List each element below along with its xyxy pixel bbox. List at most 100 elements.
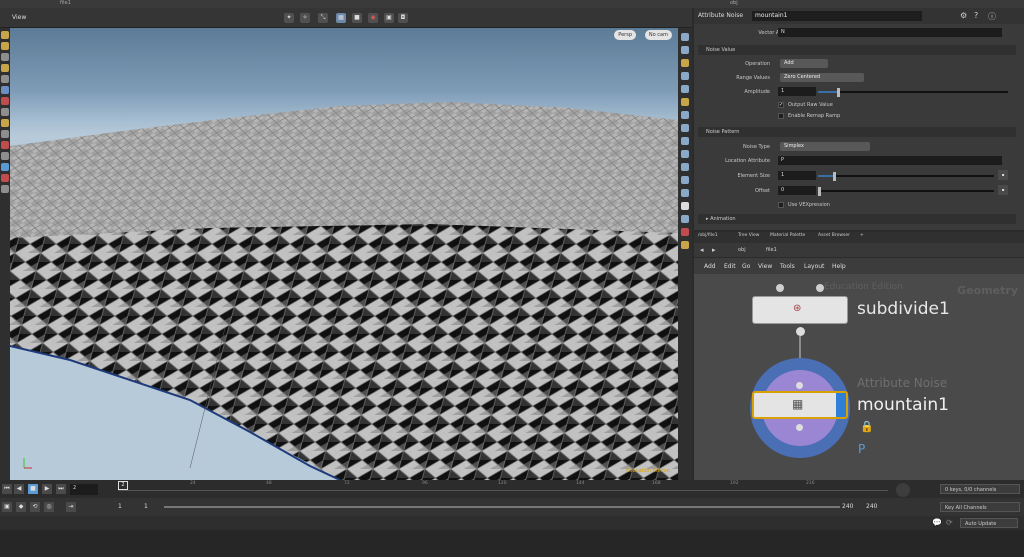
display-option-icon[interactable] — [681, 124, 689, 132]
display-option-icon[interactable] — [681, 46, 689, 54]
current-frame-field[interactable]: 2 — [70, 484, 98, 495]
render-icon[interactable] — [681, 228, 689, 236]
output-raw-checkbox[interactable]: ✓ — [778, 102, 784, 108]
display-option-icon[interactable] — [681, 215, 689, 223]
menu-edit[interactable]: Edit — [724, 263, 736, 270]
path-file[interactable]: file1 — [766, 247, 777, 253]
end-frame-field[interactable]: 240 — [866, 503, 877, 510]
menu-add[interactable]: Add — [704, 263, 716, 270]
gear-icon[interactable]: ⚙ — [960, 11, 967, 20]
range-end-field[interactable]: 240 — [842, 503, 853, 510]
start-frame-field[interactable]: 1 — [118, 503, 122, 510]
menu-help[interactable]: Help — [832, 263, 846, 270]
viewport-tab[interactable]: View — [12, 14, 26, 24]
element-size-slider[interactable] — [818, 175, 994, 177]
camera-icon[interactable]: ▣ — [384, 13, 394, 23]
drop-tool-icon[interactable] — [1, 130, 9, 138]
amplitude-slider-knob[interactable] — [837, 88, 840, 97]
more-tool-icon[interactable] — [1, 185, 9, 193]
play-icon[interactable]: ▶ — [42, 484, 52, 494]
node-name-field[interactable]: mountain1 — [752, 11, 922, 21]
scale-tool-icon[interactable] — [1, 64, 9, 72]
grid-toggle-icon[interactable] — [681, 241, 689, 249]
shading-icon[interactable]: ■ — [352, 13, 362, 23]
path-obj[interactable]: obj — [738, 247, 746, 253]
vexpression-checkbox[interactable] — [778, 202, 784, 208]
snapshot-icon[interactable]: ◘ — [398, 13, 408, 23]
range-values-menu[interactable]: Zero Centered — [780, 73, 864, 82]
menu-tools[interactable]: Tools — [780, 263, 795, 270]
snap-icon[interactable]: ⤡ — [318, 13, 328, 23]
display-option-icon[interactable] — [681, 163, 689, 171]
tab-obj-file1[interactable]: /obj/file1 — [698, 233, 718, 238]
offset-slider[interactable] — [818, 190, 994, 192]
info-icon[interactable]: ⓘ — [988, 11, 996, 22]
3d-viewport[interactable]: Persp No cam Education Edition — [10, 28, 678, 480]
camera-tool-icon[interactable] — [1, 152, 9, 160]
stop-icon[interactable]: ■ — [28, 484, 38, 494]
amplitude-field[interactable]: 1 — [778, 87, 816, 96]
timeline-track[interactable] — [118, 490, 888, 491]
magnet-tool-icon[interactable] — [1, 141, 9, 149]
display-option-icon[interactable] — [681, 150, 689, 158]
tab-tree-view[interactable]: Tree View — [738, 233, 760, 238]
noise-output-port[interactable] — [796, 424, 803, 431]
display-icon[interactable]: ✦ — [284, 13, 294, 23]
light-icon[interactable] — [681, 98, 689, 106]
display-option-icon[interactable] — [681, 111, 689, 119]
help-icon[interactable]: ? — [974, 11, 978, 20]
location-attribute-field[interactable]: P — [778, 156, 1002, 165]
display-option-icon[interactable] — [681, 33, 689, 41]
audio-icon[interactable] — [896, 483, 910, 497]
top-obj-label[interactable]: obj — [730, 0, 738, 6]
add-tab-icon[interactable]: + — [860, 233, 864, 238]
element-size-slider-knob[interactable] — [833, 172, 836, 181]
noise-pattern-section[interactable]: Noise Pattern — [698, 127, 1016, 137]
subdivide-output-port[interactable] — [796, 327, 805, 336]
vector-attribute-field[interactable]: N — [778, 28, 1002, 37]
pose-tool-icon[interactable] — [1, 86, 9, 94]
vector-expand-icon[interactable]: ▪ — [998, 185, 1008, 195]
menu-view[interactable]: View — [758, 263, 772, 270]
display-flag[interactable] — [836, 393, 846, 417]
menu-layout[interactable]: Layout — [804, 263, 824, 270]
subdivide-node[interactable]: ⊛ — [752, 296, 848, 324]
operation-menu[interactable]: Add — [780, 59, 828, 68]
tool-icon[interactable]: ✧ — [300, 13, 310, 23]
skip-start-icon[interactable]: ⏮ — [2, 484, 12, 494]
paint-tool-icon[interactable] — [1, 97, 9, 105]
grid-icon[interactable]: ▦ — [336, 13, 346, 23]
display-option-icon[interactable] — [681, 202, 689, 210]
view-tool-icon[interactable] — [1, 108, 9, 116]
record-icon[interactable]: ◉ — [368, 13, 378, 23]
settings-icon[interactable]: ◎ — [44, 502, 54, 512]
top-file-label[interactable]: file1 — [60, 0, 71, 6]
auto-update-menu[interactable]: Auto Update — [960, 518, 1018, 528]
select-tool-icon[interactable] — [1, 31, 9, 39]
persp-menu[interactable]: Persp — [614, 30, 636, 40]
tab-material-palette[interactable]: Material Palette — [770, 233, 805, 238]
light-tool-icon[interactable] — [1, 163, 9, 171]
rotate-tool-icon[interactable] — [1, 53, 9, 61]
range-slider[interactable] — [164, 506, 840, 508]
noise-type-menu[interactable]: Simplex — [780, 142, 870, 151]
refresh-icon[interactable]: ⟳ — [946, 518, 953, 527]
handle-tool-icon[interactable] — [1, 75, 9, 83]
chat-icon[interactable]: 💬 — [932, 518, 942, 527]
offset-field[interactable]: 0 — [778, 186, 816, 195]
lock-icon[interactable]: 🔒 — [860, 420, 874, 433]
step-back-icon[interactable]: ◀ — [14, 484, 24, 494]
animation-section[interactable]: ▸ Animation — [698, 214, 1016, 224]
brush-tool-icon[interactable] — [1, 119, 9, 127]
forward-icon[interactable]: ▸ — [712, 246, 716, 254]
noise-value-section[interactable]: Noise Value — [698, 45, 1016, 55]
key-all-channels-button[interactable]: Key All Channels — [940, 502, 1020, 512]
realtime-icon[interactable]: ▣ — [2, 502, 12, 512]
network-editor[interactable]: Geometry Education Edition ⊛ subdivide1 … — [694, 274, 1024, 480]
move-tool-icon[interactable] — [1, 42, 9, 50]
attribute-noise-node[interactable]: ▦ — [752, 391, 848, 419]
camera-menu[interactable]: No cam — [644, 30, 672, 40]
menu-go[interactable]: Go — [742, 263, 750, 270]
element-size-field[interactable]: 1 — [778, 171, 816, 180]
key-icon[interactable]: ◆ — [16, 502, 26, 512]
